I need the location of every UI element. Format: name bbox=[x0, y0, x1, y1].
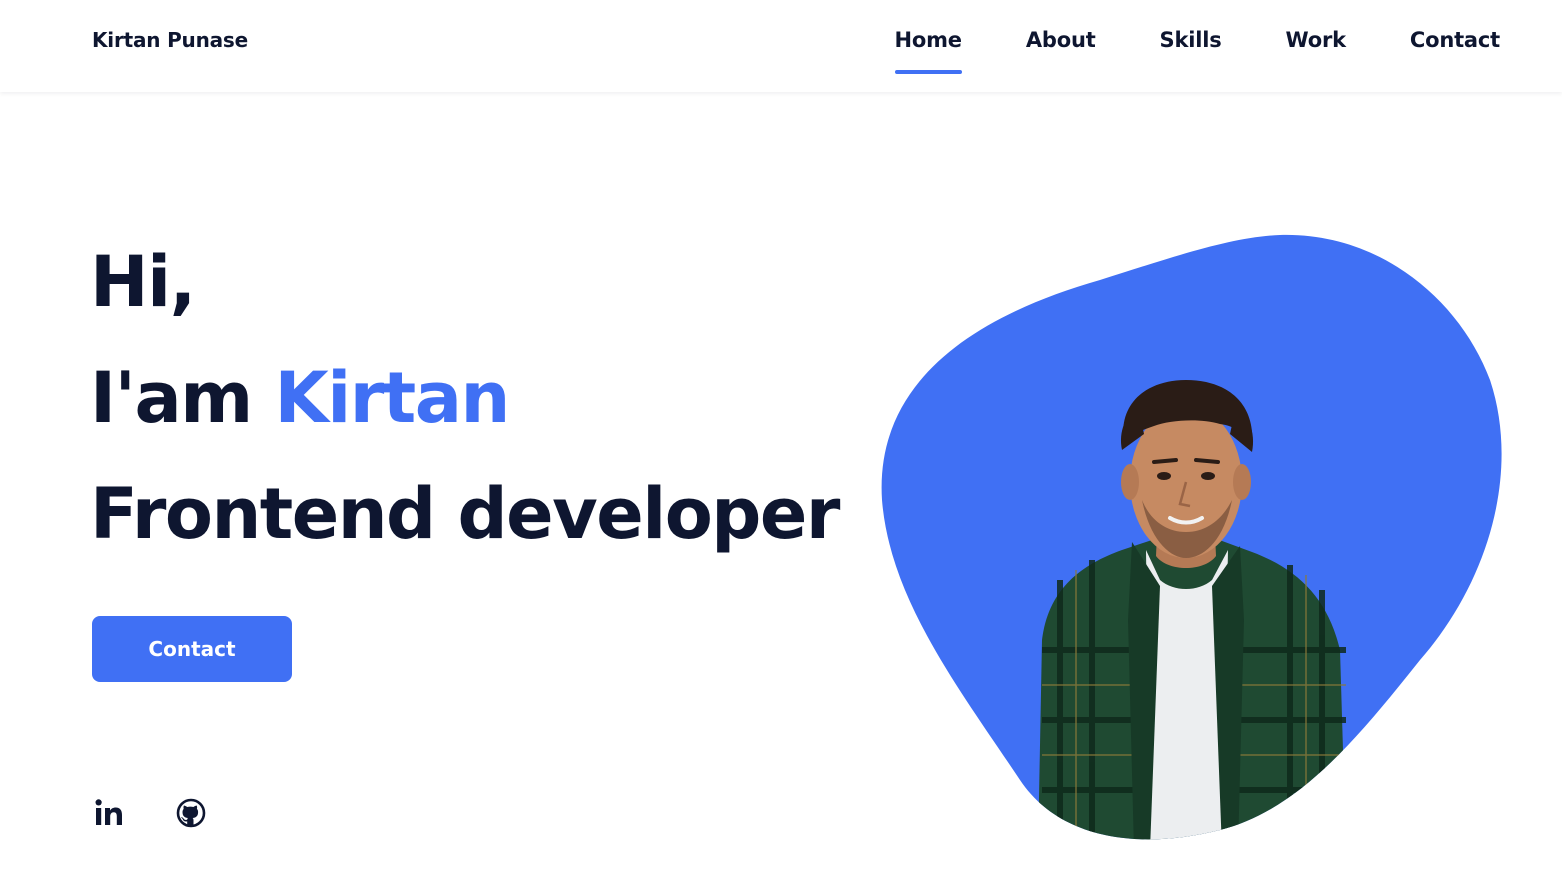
hero-intro-prefix: I'am bbox=[90, 357, 253, 439]
profile-image bbox=[860, 220, 1520, 850]
hero-intro-line: I'am Kirtan bbox=[90, 340, 839, 456]
nav-item-skills[interactable]: Skills bbox=[1160, 28, 1222, 76]
nav-item-contact[interactable]: Contact bbox=[1410, 28, 1500, 76]
site-header: Kirtan Punase Home About Skills Work Con… bbox=[0, 0, 1562, 92]
hero-greeting: Hi, bbox=[90, 241, 196, 323]
linkedin-link[interactable] bbox=[92, 796, 126, 830]
github-icon bbox=[176, 798, 206, 828]
linkedin-icon bbox=[95, 799, 122, 825]
site-logo[interactable]: Kirtan Punase bbox=[92, 28, 248, 52]
nav-item-work[interactable]: Work bbox=[1286, 28, 1347, 76]
hero-name: Kirtan bbox=[274, 357, 511, 439]
hero-title: Hi, I'am Kirtan Frontend developer bbox=[90, 224, 840, 572]
social-links bbox=[92, 796, 208, 830]
nav-item-about[interactable]: About bbox=[1026, 28, 1096, 76]
main-nav: Home About Skills Work Contact bbox=[894, 28, 1500, 78]
github-link[interactable] bbox=[174, 796, 208, 830]
nav-item-home[interactable]: Home bbox=[894, 28, 963, 76]
contact-button[interactable]: Contact bbox=[92, 616, 292, 682]
hero-role: Frontend developer bbox=[90, 473, 840, 555]
